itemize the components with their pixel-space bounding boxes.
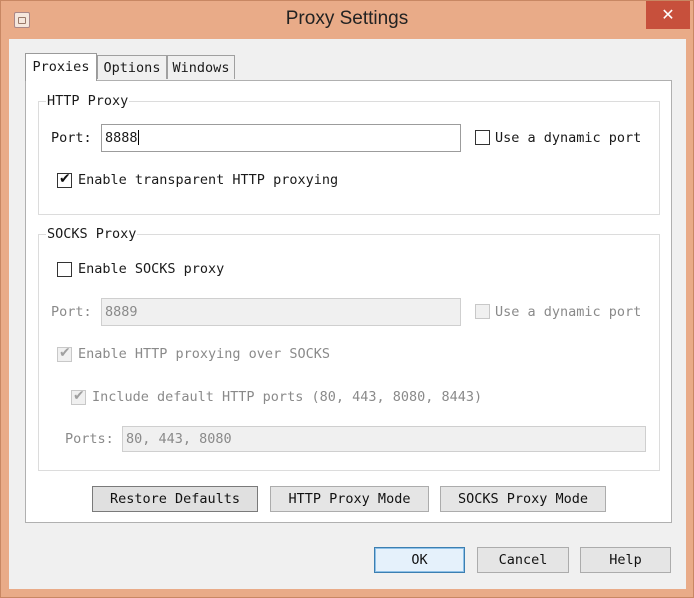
- http-proxy-legend: HTTP Proxy: [46, 93, 130, 109]
- checkmark-icon: ✔: [59, 171, 71, 187]
- http-over-socks-label[interactable]: Enable HTTP proxying over SOCKS: [78, 346, 330, 362]
- socks-proxy-legend: SOCKS Proxy: [46, 226, 138, 242]
- text-caret: [137, 130, 139, 145]
- socks-dynamic-port-label[interactable]: Use a dynamic port: [495, 304, 641, 320]
- ok-button[interactable]: OK: [374, 547, 465, 573]
- socks-proxy-mode-button[interactable]: SOCKS Proxy Mode: [440, 486, 606, 512]
- enable-socks-label[interactable]: Enable SOCKS proxy: [78, 261, 224, 277]
- checkmark-icon: ✔: [59, 345, 71, 361]
- http-port-value: 8888: [105, 130, 138, 146]
- include-default-ports-checkbox[interactable]: ✔: [71, 388, 86, 405]
- close-button[interactable]: ✕: [646, 1, 690, 29]
- proxy-settings-window: Proxy Settings ✕ Proxies Options Windows…: [0, 0, 694, 598]
- socks-port-value: 8889: [105, 304, 138, 320]
- close-icon: ✕: [661, 5, 675, 24]
- tab-proxies[interactable]: Proxies: [25, 53, 97, 81]
- socks-port-label: Port:: [51, 304, 92, 320]
- dialog-body: Proxies Options Windows HTTP Proxy Port:…: [9, 39, 686, 589]
- ports-input[interactable]: 80, 443, 8080: [122, 426, 646, 452]
- cancel-button[interactable]: Cancel: [477, 547, 569, 573]
- title-bar[interactable]: Proxy Settings ✕: [1, 1, 693, 39]
- http-port-label: Port:: [51, 130, 92, 146]
- ports-value: 80, 443, 8080: [126, 431, 232, 447]
- window-title: Proxy Settings: [285, 8, 409, 29]
- http-over-socks-checkbox[interactable]: ✔: [57, 345, 72, 362]
- socks-port-input[interactable]: 8889: [101, 298, 461, 326]
- http-port-input[interactable]: 8888: [101, 124, 461, 152]
- http-proxy-group: HTTP Proxy Port: 8888 Use a dynamic port…: [38, 93, 660, 215]
- http-proxy-mode-button[interactable]: HTTP Proxy Mode: [270, 486, 429, 512]
- checkmark-icon: ✔: [73, 388, 85, 404]
- include-default-ports-label[interactable]: Include default HTTP ports (80, 443, 808…: [92, 389, 482, 405]
- ports-label: Ports:: [65, 431, 114, 447]
- http-dynamic-port-checkbox[interactable]: [475, 130, 490, 145]
- enable-socks-checkbox[interactable]: [57, 262, 72, 277]
- restore-defaults-button[interactable]: Restore Defaults: [92, 486, 258, 512]
- transparent-proxy-checkbox[interactable]: ✔: [57, 171, 72, 188]
- help-button[interactable]: Help: [580, 547, 671, 573]
- http-dynamic-port-label[interactable]: Use a dynamic port: [495, 130, 641, 146]
- tab-options[interactable]: Options: [97, 55, 167, 79]
- transparent-proxy-label[interactable]: Enable transparent HTTP proxying: [78, 172, 338, 188]
- proxies-tab-panel: HTTP Proxy Port: 8888 Use a dynamic port…: [25, 80, 672, 523]
- tab-windows[interactable]: Windows: [167, 55, 235, 79]
- socks-proxy-group: SOCKS Proxy Enable SOCKS proxy Port: 888…: [38, 226, 660, 471]
- socks-dynamic-port-checkbox[interactable]: [475, 304, 490, 319]
